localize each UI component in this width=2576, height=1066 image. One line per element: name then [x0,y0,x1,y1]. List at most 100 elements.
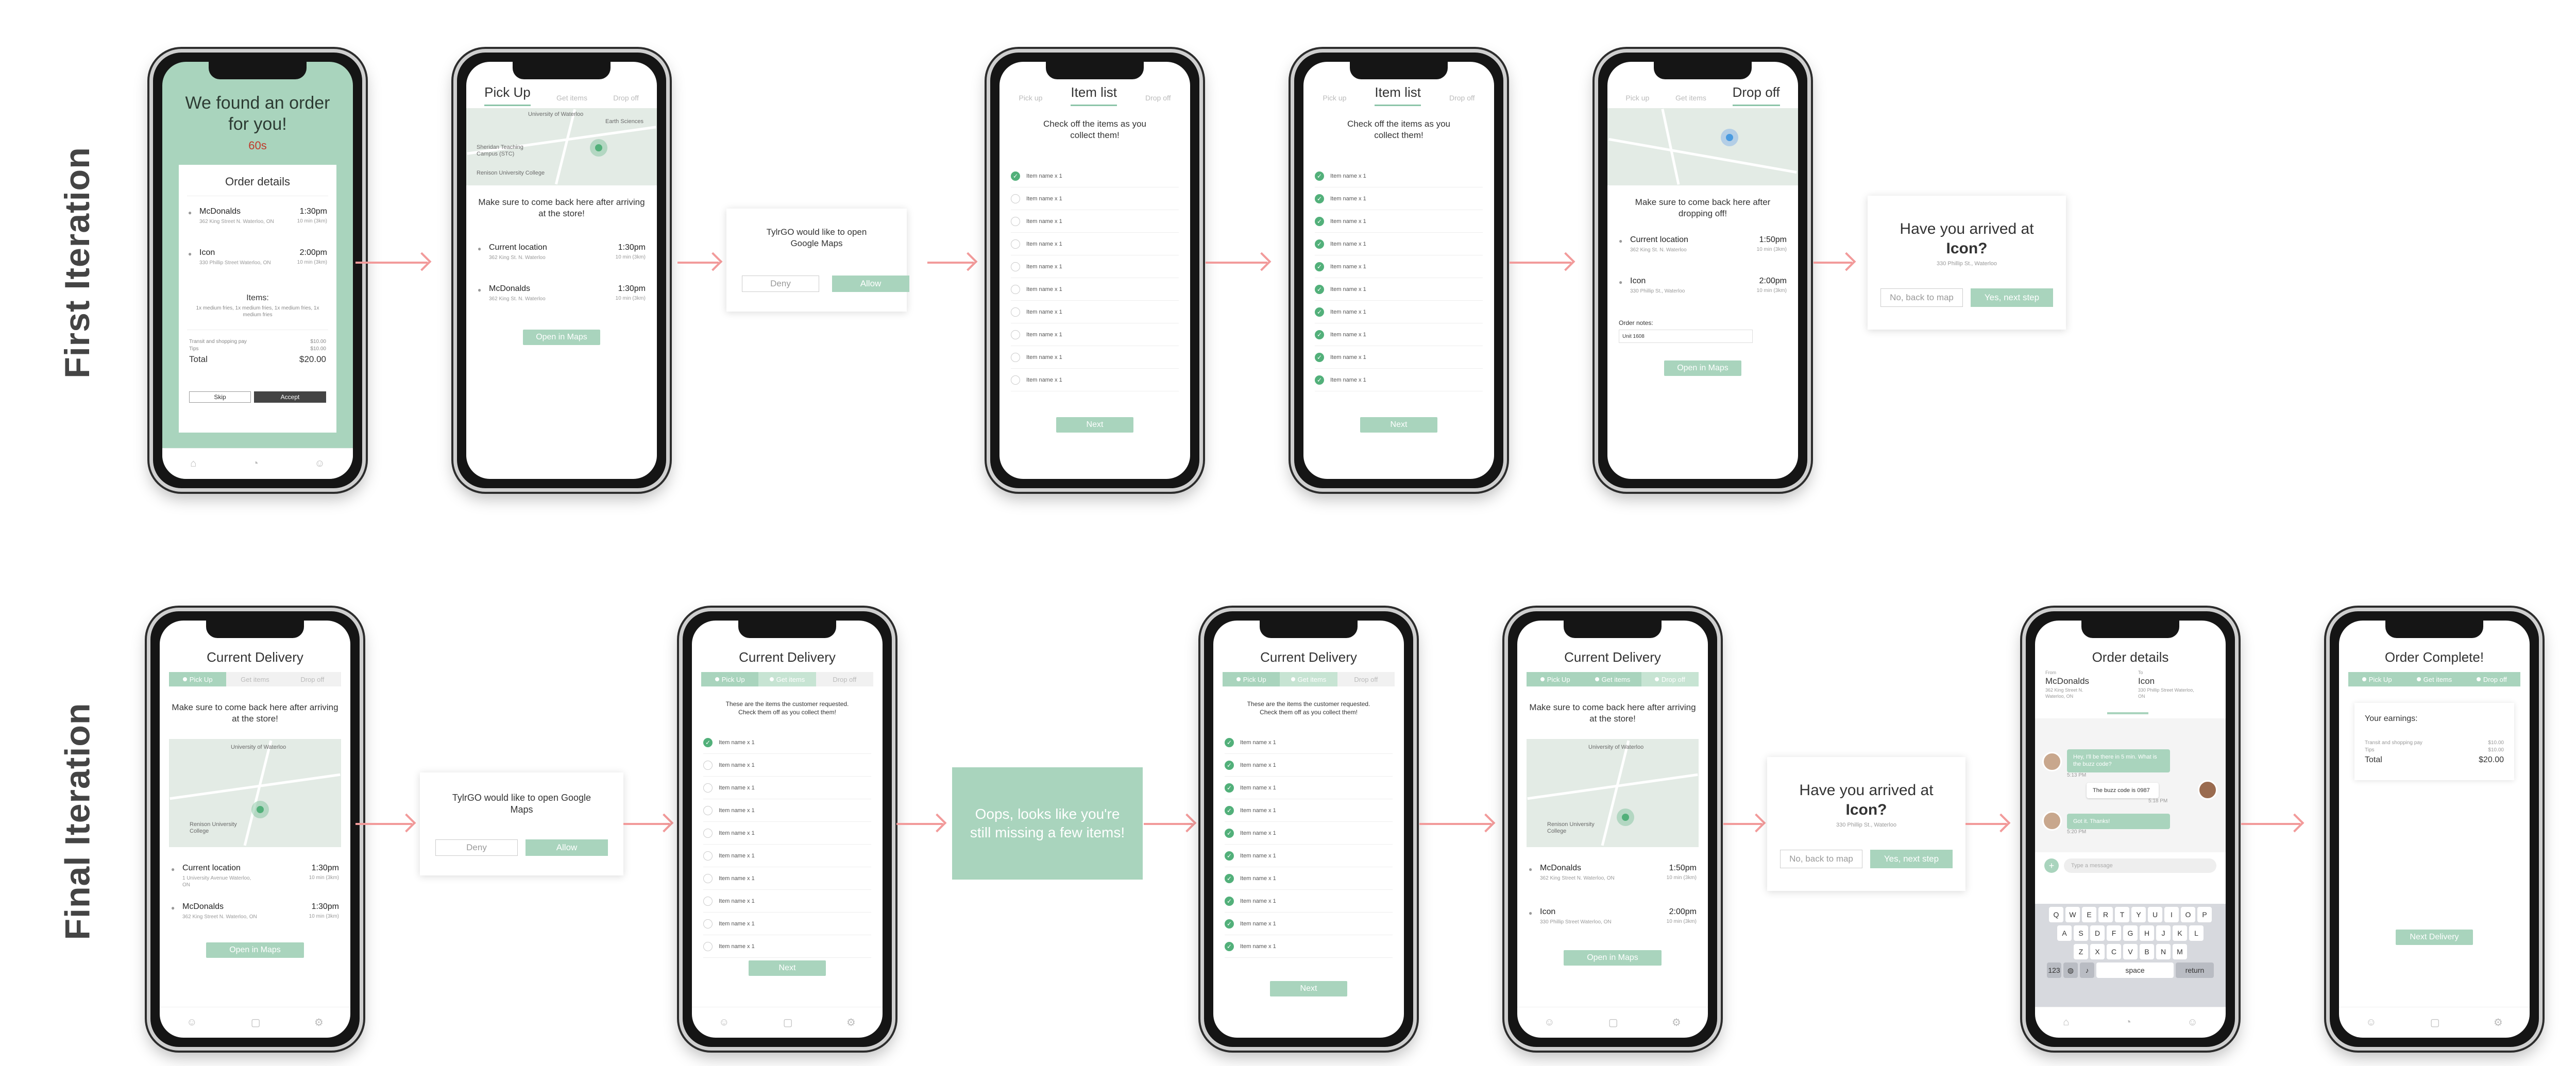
list-item[interactable]: ✓ Item name x 1 [1225,822,1393,845]
gear-icon[interactable]: ⚙ [314,1016,324,1029]
tab-pickup[interactable]: Pick Up [1223,672,1280,686]
map[interactable]: University of Waterloo Sheridan Teaching… [466,108,657,185]
back-to-map-button[interactable]: No, back to map [1880,288,1963,307]
list-item[interactable]: ✓ Item name x 1 [703,731,871,754]
user-icon[interactable]: ☺ [2187,1017,2197,1028]
list-item[interactable]: ✓ Item name x 1 [1225,935,1393,958]
map[interactable] [1607,108,1798,185]
checkbox-icon[interactable] [1011,216,1020,226]
keyboard-key[interactable]: I [2164,907,2179,922]
checkbox-icon[interactable] [703,851,713,861]
allow-button[interactable]: Allow [526,839,608,856]
list-item[interactable]: ✓ Item name x 1 [1225,777,1393,799]
tab-dropoff[interactable]: Drop off [1732,84,1780,106]
keyboard-key[interactable]: R [2098,907,2113,922]
list-item[interactable]: Item name x 1 [1011,369,1179,391]
tab-items[interactable]: Get items [1280,672,1337,686]
keyboard-key[interactable]: V [2123,944,2138,959]
list-item[interactable]: ✓ Item name x 1 [1225,867,1393,890]
list-item[interactable]: Item name x 1 [703,935,871,958]
user-icon[interactable]: ☺ [187,1017,197,1028]
skip-button[interactable]: Skip [189,391,251,403]
map[interactable]: University of Waterloo Renison Universit… [169,739,341,847]
box-icon[interactable]: ▢ [2430,1016,2440,1029]
checkbox-checked-icon[interactable]: ✓ [1315,330,1324,339]
deny-button[interactable]: Deny [435,839,518,856]
checkbox-checked-icon[interactable]: ✓ [1315,307,1324,317]
list-item[interactable]: Item name x 1 [1011,278,1179,301]
checkbox-icon[interactable] [703,896,713,906]
next-button[interactable]: Next [1360,417,1437,433]
checkbox-icon[interactable] [703,760,713,770]
list-item[interactable]: ✓ Item name x 1 [1315,301,1483,323]
keyboard-key[interactable]: C [2107,944,2121,959]
keyboard-key[interactable]: P [2197,907,2212,922]
checkbox-checked-icon[interactable]: ✓ [1225,760,1234,770]
tab-items[interactable]: Get items [758,672,816,686]
tab-dropoff[interactable]: Drop off [816,672,873,686]
checkbox-checked-icon[interactable]: ✓ [1225,851,1234,861]
open-maps-button[interactable]: Open in Maps [1564,950,1662,966]
back-to-map-button[interactable]: No, back to map [1780,850,1862,868]
list-item[interactable]: Item name x 1 [1011,233,1179,255]
tab-items[interactable]: Get items [556,94,587,106]
tab-dropoff[interactable]: Drop off [1641,672,1699,686]
user-icon[interactable]: ☺ [2366,1017,2376,1028]
box-icon[interactable]: ▢ [251,1016,261,1029]
gear-icon[interactable]: ⚙ [2494,1016,2503,1029]
keyboard-key[interactable]: K [2173,925,2187,941]
list-item[interactable]: Item name x 1 [703,777,871,799]
keyboard-key[interactable]: L [2189,925,2204,941]
checkbox-checked-icon[interactable]: ✓ [1315,239,1324,249]
keyboard-key[interactable]: F [2107,925,2121,941]
keyboard-key[interactable]: W [2065,907,2080,922]
keyboard-key[interactable]: A [2057,925,2072,941]
list-item[interactable]: Item name x 1 [1011,255,1179,278]
tab-dropoff[interactable]: Drop off [1449,94,1475,106]
list-item[interactable]: ✓ Item name x 1 [1225,913,1393,935]
mic-icon[interactable]: ♪ [2080,962,2094,978]
list-item[interactable]: Item name x 1 [703,754,871,777]
checkbox-icon[interactable] [703,919,713,929]
list-item[interactable]: Item name x 1 [1011,346,1179,369]
checkbox-checked-icon[interactable]: ✓ [1315,171,1324,181]
tab-pickup[interactable]: Pick up [1019,94,1042,106]
list-item[interactable]: Item name x 1 [703,890,871,913]
list-item[interactable]: Item name x 1 [703,913,871,935]
checkbox-icon[interactable] [1011,330,1020,339]
keyboard-key[interactable]: M [2173,944,2187,959]
tab-itemlist[interactable]: Item list [1375,84,1421,106]
tab-items[interactable]: Get items [1584,672,1641,686]
next-delivery-button[interactable]: Next Delivery [2396,930,2473,945]
keyboard-key[interactable]: Q [2049,907,2063,922]
tab-dropoff[interactable]: Drop off [2463,672,2520,686]
next-button[interactable]: Next [1270,981,1347,996]
list-item[interactable]: ✓ Item name x 1 [1315,323,1483,346]
keyboard-key[interactable]: S [2074,925,2088,941]
yes-next-step-button[interactable]: Yes, next step [1971,288,2053,307]
list-item[interactable]: ✓ Item name x 1 [1225,845,1393,867]
list-item[interactable]: Item name x 1 [1011,323,1179,346]
allow-button[interactable]: Allow [832,276,909,292]
tab-pickup[interactable]: Pick Up [484,84,531,106]
list-item[interactable]: Item name x 1 [703,867,871,890]
checkbox-icon[interactable] [1011,352,1020,362]
key-123[interactable]: 123 [2047,962,2061,978]
box-icon[interactable]: ▢ [1608,1016,1618,1029]
checkbox-icon[interactable] [703,941,713,951]
keyboard-key[interactable]: O [2181,907,2195,922]
list-item[interactable]: ✓ Item name x 1 [1225,799,1393,822]
checkbox-checked-icon[interactable]: ✓ [1315,352,1324,362]
globe-icon[interactable]: ◍ [2063,962,2078,978]
user-icon[interactable]: ☺ [1544,1017,1554,1028]
box-icon[interactable]: ▢ [783,1016,793,1029]
notes-field[interactable]: Unit 1608 [1619,330,1753,343]
map[interactable]: University of Waterloo Renison Universit… [1527,739,1699,847]
tab-items[interactable]: Get items [226,672,283,686]
tab-pickup[interactable]: Pick up [1323,94,1346,106]
list-item[interactable]: Item name x 1 [703,822,871,845]
home-icon[interactable]: ⌂ [190,458,196,470]
checkbox-checked-icon[interactable]: ✓ [1225,737,1234,747]
list-item[interactable]: Item name x 1 [703,799,871,822]
keyboard-key[interactable]: Z [2074,944,2088,959]
